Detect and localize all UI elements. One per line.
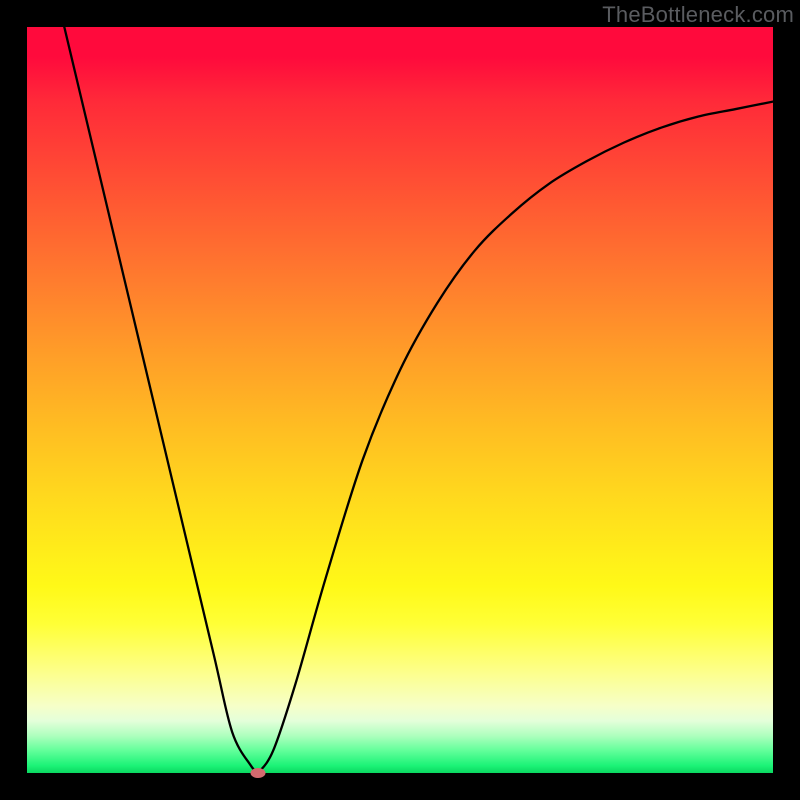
- minimum-marker: [251, 768, 266, 778]
- chart-plot-area: [27, 27, 773, 773]
- watermark-text: TheBottleneck.com: [602, 2, 794, 28]
- background-gradient: [27, 27, 773, 773]
